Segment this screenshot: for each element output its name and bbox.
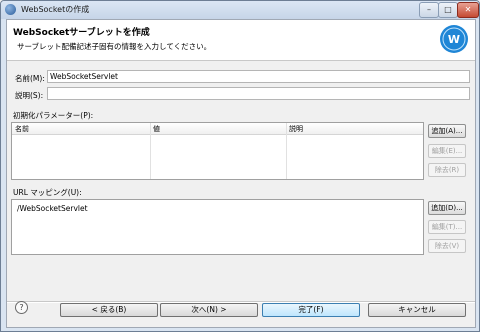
url-mappings-label: URL マッピング(U): xyxy=(13,188,82,197)
list-item[interactable]: /WebSocketServlet xyxy=(17,204,88,213)
title-bar[interactable]: WebSocketの作成 – □ ✕ xyxy=(1,1,479,19)
remove-url-mapping-button[interactable]: 除去(V) xyxy=(428,239,466,253)
finish-button[interactable]: 完了(F) xyxy=(262,303,360,317)
remove-init-param-button[interactable]: 除去(R) xyxy=(428,163,466,177)
banner-description: サーブレット配備記述子固有の情報を入力してください。 xyxy=(17,42,212,51)
banner-title: WebSocketサーブレットを作成 xyxy=(13,28,150,38)
column-header-name[interactable]: 名前 xyxy=(12,123,150,135)
app-icon xyxy=(5,4,16,15)
svg-text:W: W xyxy=(448,33,460,46)
help-icon[interactable]: ? xyxy=(15,301,28,314)
edit-init-param-button[interactable]: 編集(E)... xyxy=(428,144,466,158)
dialog-window: WebSocketの作成 – □ ✕ WebSocketサーブレットを作成 サー… xyxy=(0,0,480,332)
description-label: 説明(S): xyxy=(15,91,44,100)
column-divider xyxy=(150,123,151,179)
column-header-value[interactable]: 値 xyxy=(150,123,286,135)
next-button[interactable]: 次へ(N) > xyxy=(160,303,258,317)
url-mappings-list[interactable]: /WebSocketServlet xyxy=(11,199,424,255)
name-field[interactable]: WebSocketServlet xyxy=(47,70,470,83)
init-params-label: 初期化パラメーター(P): xyxy=(13,111,94,120)
description-field[interactable] xyxy=(47,87,470,100)
add-url-mapping-button[interactable]: 追加(D)... xyxy=(428,201,466,215)
cancel-button[interactable]: キャンセル xyxy=(368,303,466,317)
init-params-table[interactable]: 名前 値 説明 xyxy=(11,122,424,180)
column-header-description[interactable]: 説明 xyxy=(286,123,423,135)
wizard-banner: WebSocketサーブレットを作成 サーブレット配備記述子固有の情報を入力して… xyxy=(7,20,475,61)
minimize-button[interactable]: – xyxy=(419,2,439,18)
window-title: WebSocketの作成 xyxy=(21,5,90,14)
back-button[interactable]: < 戻る(B) xyxy=(60,303,158,317)
add-init-param-button[interactable]: 追加(A)... xyxy=(428,124,466,138)
name-label: 名前(M): xyxy=(15,74,45,83)
edit-url-mapping-button[interactable]: 編集(T)... xyxy=(428,220,466,234)
maximize-button[interactable]: □ xyxy=(438,2,458,18)
dialog-body: WebSocketサーブレットを作成 サーブレット配備記述子固有の情報を入力して… xyxy=(6,19,476,328)
websocket-logo-icon: W xyxy=(440,25,468,53)
column-divider xyxy=(286,123,287,179)
close-button[interactable]: ✕ xyxy=(457,2,479,18)
